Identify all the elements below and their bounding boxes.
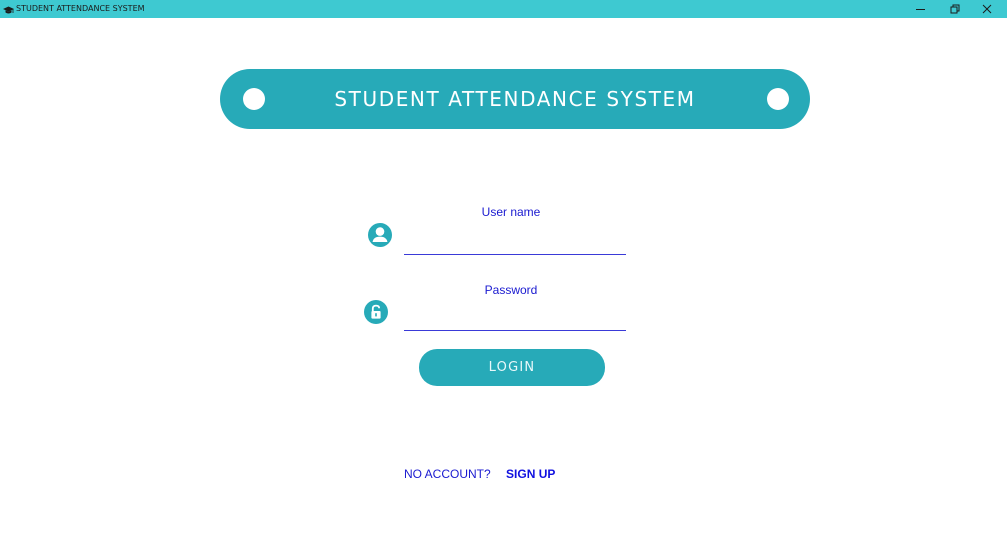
password-input[interactable]: [404, 307, 626, 331]
username-input[interactable]: [404, 231, 626, 255]
graduation-cap-icon: [3, 3, 14, 14]
restore-icon: [950, 4, 960, 14]
no-account-text: NO ACCOUNT?: [404, 467, 491, 481]
close-button[interactable]: [972, 0, 1002, 18]
restore-button[interactable]: [940, 0, 970, 18]
banner-right-dot: [767, 88, 789, 110]
header-banner: STUDENT ATTENDANCE SYSTEM: [220, 69, 810, 129]
minimize-button[interactable]: [906, 0, 936, 18]
banner-title: STUDENT ATTENDANCE SYSTEM: [334, 87, 696, 111]
sign-up-link[interactable]: SIGN UP: [506, 467, 555, 481]
password-label: Password: [484, 283, 538, 297]
user-icon: [368, 223, 392, 247]
minimize-icon: [916, 4, 926, 14]
lock-icon: [364, 300, 388, 324]
signup-row: NO ACCOUNT? SIGN UP: [404, 467, 555, 481]
username-label: User name: [481, 205, 541, 219]
login-button[interactable]: LOGIN: [419, 349, 605, 386]
window-title: STUDENT ATTENDANCE SYSTEM: [16, 4, 145, 13]
title-bar: STUDENT ATTENDANCE SYSTEM: [0, 0, 1007, 18]
close-icon: [982, 4, 992, 14]
